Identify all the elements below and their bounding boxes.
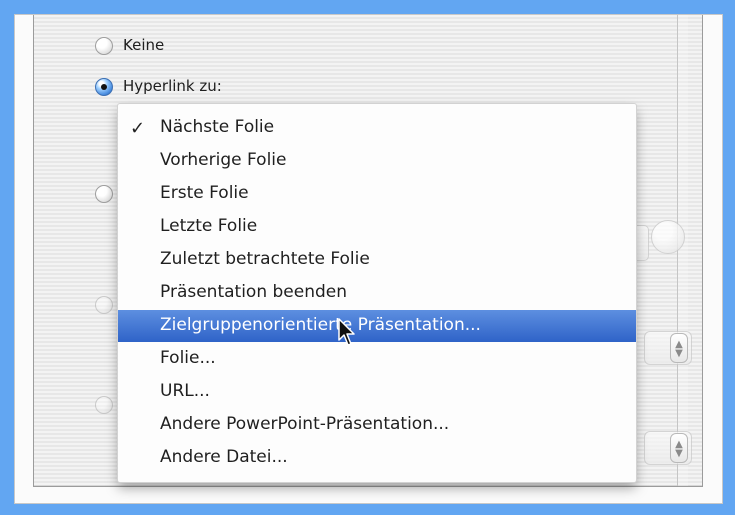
- menu-item-label: URL...: [160, 381, 210, 401]
- menu-item-last-viewed-slide[interactable]: Zuletzt betrachtete Folie: [118, 244, 636, 276]
- panel-right-edge: [677, 15, 688, 486]
- menu-item-last-slide[interactable]: Letzte Folie: [118, 211, 636, 243]
- menu-item-label: Vorherige Folie: [160, 150, 287, 170]
- menu-item-label: Zuletzt betrachtete Folie: [160, 249, 370, 269]
- menu-item-label: Präsentation beenden: [160, 282, 348, 302]
- hidden-option-radio-3[interactable]: [95, 396, 113, 414]
- menu-item-other-file[interactable]: Andere Datei...: [118, 442, 636, 474]
- menu-item-slide[interactable]: Folie...: [118, 343, 636, 375]
- menu-item-label: Erste Folie: [160, 183, 249, 203]
- menu-item-other-powerpoint[interactable]: Andere PowerPoint-Präsentation...: [118, 409, 636, 441]
- none-radio-button[interactable]: [95, 37, 113, 55]
- hidden-round-button-icon[interactable]: [651, 220, 685, 254]
- hidden-option-radio-1[interactable]: [95, 185, 113, 203]
- menu-item-url[interactable]: URL...: [118, 376, 636, 408]
- menu-item-label: Andere Datei...: [160, 447, 288, 467]
- menu-item-end-presentation[interactable]: Präsentation beenden: [118, 277, 636, 309]
- checkmark-icon: ✓: [130, 118, 146, 139]
- arrow-cursor-icon: [338, 318, 355, 346]
- hyperlink-radio-button[interactable]: [95, 78, 113, 96]
- menu-item-next-slide[interactable]: ✓ Nächste Folie: [118, 112, 636, 144]
- menu-item-custom-show[interactable]: Zielgruppenorientierte Präsentation...: [118, 310, 636, 342]
- hidden-option-radio-2[interactable]: [95, 296, 113, 314]
- menu-item-previous-slide[interactable]: Vorherige Folie: [118, 145, 636, 177]
- hyperlink-dropdown-menu[interactable]: ✓ Nächste Folie Vorherige Folie Erste Fo…: [118, 104, 636, 482]
- menu-item-label: Zielgruppenorientierte Präsentation...: [160, 315, 481, 335]
- menu-item-label: Andere PowerPoint-Präsentation...: [160, 414, 450, 434]
- menu-item-label: Letzte Folie: [160, 216, 258, 236]
- none-radio-label: Keine: [123, 36, 165, 54]
- menu-item-first-slide[interactable]: Erste Folie: [118, 178, 636, 210]
- hyperlink-radio-label: Hyperlink zu:: [123, 77, 222, 95]
- hidden-popup-arrows-icon-2[interactable]: ▲ ▼: [670, 433, 688, 463]
- menu-item-label: Folie...: [160, 348, 216, 368]
- hidden-popup-arrows-icon-1[interactable]: ▲ ▼: [670, 333, 688, 363]
- menu-item-label: Nächste Folie: [160, 117, 275, 137]
